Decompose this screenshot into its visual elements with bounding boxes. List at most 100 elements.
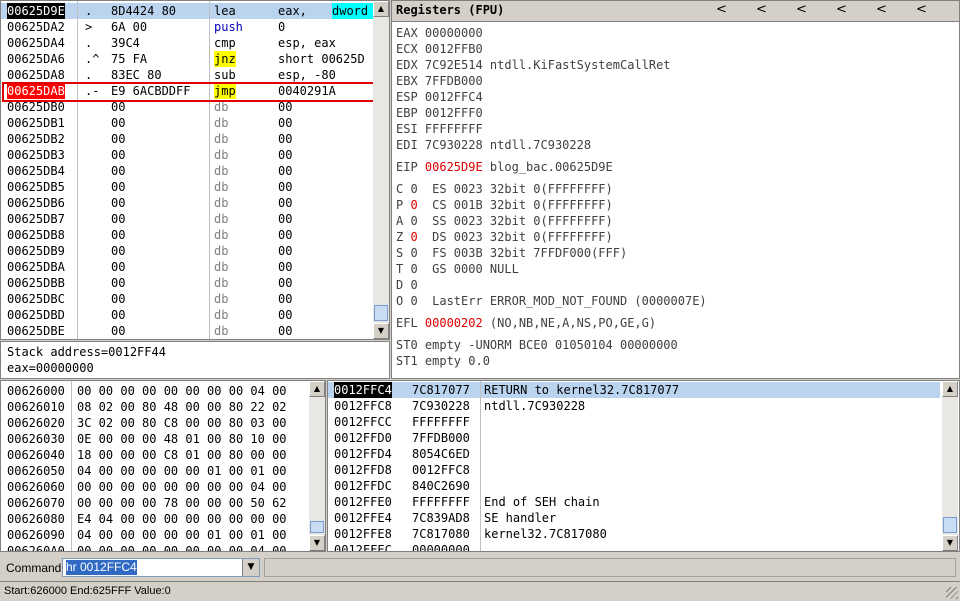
- disasm-row[interactable]: 00625DB8 00 db 00: [1, 227, 373, 243]
- registers-pane[interactable]: Registers (FPU) < < < < < < EAX 00000000…: [391, 0, 960, 379]
- arrow-left-icon[interactable]: <: [916, 2, 927, 17]
- register-line[interactable]: A 0 SS 0023 32bit 0(FFFFFFFF): [396, 213, 613, 229]
- register-line[interactable]: ST1 empty 0.0: [396, 353, 490, 369]
- command-bar: Command hr 0012FFC4 ▼: [0, 556, 960, 580]
- register-line[interactable]: ESI FFFFFFFF: [396, 121, 483, 137]
- register-line[interactable]: EDI 7C930228 ntdll.7C930228: [396, 137, 591, 153]
- arrow-left-icon[interactable]: <: [796, 2, 807, 17]
- column-separator: [480, 381, 481, 551]
- dump-address: 00626060: [7, 480, 65, 494]
- command-input[interactable]: hr 0012FFC4 ▼: [62, 558, 260, 577]
- register-line[interactable]: Z 0 DS 0023 32bit 0(FFFFFFFF): [396, 229, 613, 245]
- stack-scrollbar[interactable]: ▲ ▼: [942, 381, 958, 551]
- stack-row[interactable]: 0012FFEC 00000000: [328, 542, 940, 552]
- disasm-row[interactable]: 00625DB2 00 db 00: [1, 131, 373, 147]
- arrow-left-icon[interactable]: <: [716, 2, 727, 17]
- disasm-row[interactable]: 00625DB5 00 db 00: [1, 179, 373, 195]
- arrow-left-icon[interactable]: <: [836, 2, 847, 17]
- disasm-row[interactable]: 00625DBA 00 db 00: [1, 259, 373, 275]
- disasm-row[interactable]: 00625DA6 .^ 75 FA jnz short 00625D: [1, 51, 373, 67]
- scroll-down-icon[interactable]: ▼: [309, 535, 325, 551]
- register-line[interactable]: D 0: [396, 277, 418, 293]
- scroll-up-icon[interactable]: ▲: [942, 381, 958, 397]
- scroll-up-icon[interactable]: ▲: [309, 381, 325, 397]
- register-line[interactable]: EDX 7C92E514 ntdll.KiFastSystemCallRet: [396, 57, 671, 73]
- command-input-value[interactable]: hr 0012FFC4: [66, 560, 137, 575]
- disasm-address: 00625DB6: [7, 196, 65, 210]
- disasm-row[interactable]: 00625DB4 00 db 00: [1, 163, 373, 179]
- arrow-left-icon[interactable]: <: [756, 2, 767, 17]
- register-line[interactable]: O 0 LastErr ERROR_MOD_NOT_FOUND (0000007…: [396, 293, 707, 309]
- disasm-row[interactable]: 00625DBD 00 db 00: [1, 307, 373, 323]
- register-text: blog_bac.00625D9E: [482, 160, 613, 174]
- disasm-hex: 00: [111, 276, 126, 290]
- stack-address: 0012FFE8: [334, 527, 392, 541]
- register-line[interactable]: EFL 00000202 (NO,NB,NE,A,NS,PO,GE,G): [396, 315, 656, 331]
- disasm-mnemonic: db: [214, 148, 229, 162]
- disasm-row[interactable]: 00625DB1 00 db 00: [1, 115, 373, 131]
- disasm-row[interactable]: 00625DB9 00 db 00: [1, 243, 373, 259]
- disasm-row[interactable]: 00625D9E. 8D4424 80 lea eax, dword p: [1, 3, 383, 19]
- chevron-down-icon[interactable]: ▼: [242, 559, 259, 576]
- register-line[interactable]: ESP 0012FFC4: [396, 89, 483, 105]
- stack-row[interactable]: 0012FFD0 7FFDB000: [328, 430, 940, 446]
- stack-row[interactable]: 0012FFE8 7C817080 kernel32.7C817080: [328, 526, 940, 542]
- disasm-row[interactable]: 00625DBE 00 db 00: [1, 323, 373, 339]
- disasm-row[interactable]: 00625DB6 00 db 00: [1, 195, 373, 211]
- register-line[interactable]: EBP 0012FFF0: [396, 105, 483, 121]
- disasm-hex: 00: [111, 244, 126, 258]
- register-line[interactable]: ECX 0012FFB0: [396, 41, 483, 57]
- scroll-thumb[interactable]: [943, 517, 957, 533]
- info-pane: Stack address=0012FF44 eax=00000000: [0, 341, 390, 379]
- stack-address: 0012FFEC: [334, 543, 392, 552]
- dump-address: 00626070: [7, 496, 65, 510]
- stack-row[interactable]: 0012FFCC FFFFFFFF: [328, 414, 940, 430]
- stack-pane[interactable]: 0012FFC4 7C817077 RETURN to kernel32.7C817…: [327, 380, 960, 552]
- disasm-row[interactable]: 00625DA2 >6A 00 push 0: [1, 19, 373, 35]
- register-line[interactable]: S 0 FS 003B 32bit 7FFDF000(FFF): [396, 245, 627, 261]
- register-line[interactable]: ST0 empty -UNORM BCE0 01050104 00000000: [396, 337, 678, 353]
- stack-value: 7C817080: [412, 527, 470, 541]
- stack-row[interactable]: 0012FFD8 0012FFC8: [328, 462, 940, 478]
- disasm-operand: 00: [278, 116, 293, 130]
- scroll-down-icon[interactable]: ▼: [942, 535, 958, 551]
- stack-row[interactable]: 0012FFE0 FFFFFFFF End of SEH chain: [328, 494, 940, 510]
- register-line[interactable]: EBX 7FFDB000: [396, 73, 483, 89]
- stack-address: 0012FFD8: [334, 463, 392, 477]
- register-line[interactable]: T 0 GS 0000 NULL: [396, 261, 519, 277]
- disasm-row[interactable]: 00625DA8. 83EC 80 sub esp, -80: [1, 67, 373, 83]
- disasm-address: 00625D9E: [7, 3, 65, 19]
- disasm-row[interactable]: 00625DBB 00 db 00: [1, 275, 373, 291]
- scroll-thumb[interactable]: [310, 521, 324, 533]
- stack-row[interactable]: 0012FFC8 7C930228 ntdll.7C930228: [328, 398, 940, 414]
- stack-row[interactable]: 0012FFDC 840C2690: [328, 478, 940, 494]
- disassembly-pane[interactable]: 00625D9E. 8D4424 80 lea eax, dword p 00625DA…: [0, 0, 390, 340]
- dump-scrollbar[interactable]: ▲ ▼: [309, 381, 325, 551]
- register-line[interactable]: P 0 CS 001B 32bit 0(FFFFFFFF): [396, 197, 613, 213]
- stack-row[interactable]: 0012FFD4 8054C6ED: [328, 446, 940, 462]
- register-line[interactable]: C 0 ES 0023 32bit 0(FFFFFFFF): [396, 181, 613, 197]
- memory-dump-pane[interactable]: 00626000 00 00 00 00 00 00 00 00 04 00 006…: [0, 380, 326, 552]
- register-line[interactable]: EIP 00625D9E blog_bac.00625D9E: [396, 159, 613, 175]
- disasm-row[interactable]: 00625DB7 00 db 00: [1, 211, 373, 227]
- disasm-hex: 00: [111, 148, 126, 162]
- stack-value: FFFFFFFF: [412, 495, 470, 509]
- register-line[interactable]: EAX 00000000: [396, 25, 483, 41]
- scroll-down-icon[interactable]: ▼: [373, 323, 389, 339]
- stack-row[interactable]: 0012FFE4 7C839AD8 SE handler: [328, 510, 940, 526]
- arrow-left-icon[interactable]: <: [876, 2, 887, 17]
- stack-value: 7C930228: [412, 399, 470, 413]
- scroll-up-icon[interactable]: ▲: [373, 1, 389, 17]
- disasm-row[interactable]: 00625DBC 00 db 00: [1, 291, 373, 307]
- dump-bytes: 00 00 00 00 00 00 00 00 04 00: [77, 384, 287, 398]
- stack-value: 840C2690: [412, 479, 470, 493]
- disasm-row[interactable]: 00625DB3 00 db 00: [1, 147, 373, 163]
- disasm-mnemonic: db: [214, 180, 229, 194]
- scroll-thumb[interactable]: [374, 305, 388, 321]
- resize-grip-icon[interactable]: [946, 587, 958, 599]
- disasm-row[interactable]: 00625DA4. 39C4 cmp esp, eax: [1, 35, 373, 51]
- disassembly-scrollbar[interactable]: ▲ ▼: [373, 1, 389, 339]
- disasm-hex: 39C4: [111, 36, 140, 50]
- dump-bytes: 00 00 00 00 78 00 00 00 50 62: [77, 496, 287, 510]
- stack-row[interactable]: 0012FFC4 7C817077 RETURN to kernel32.7C817…: [328, 382, 940, 398]
